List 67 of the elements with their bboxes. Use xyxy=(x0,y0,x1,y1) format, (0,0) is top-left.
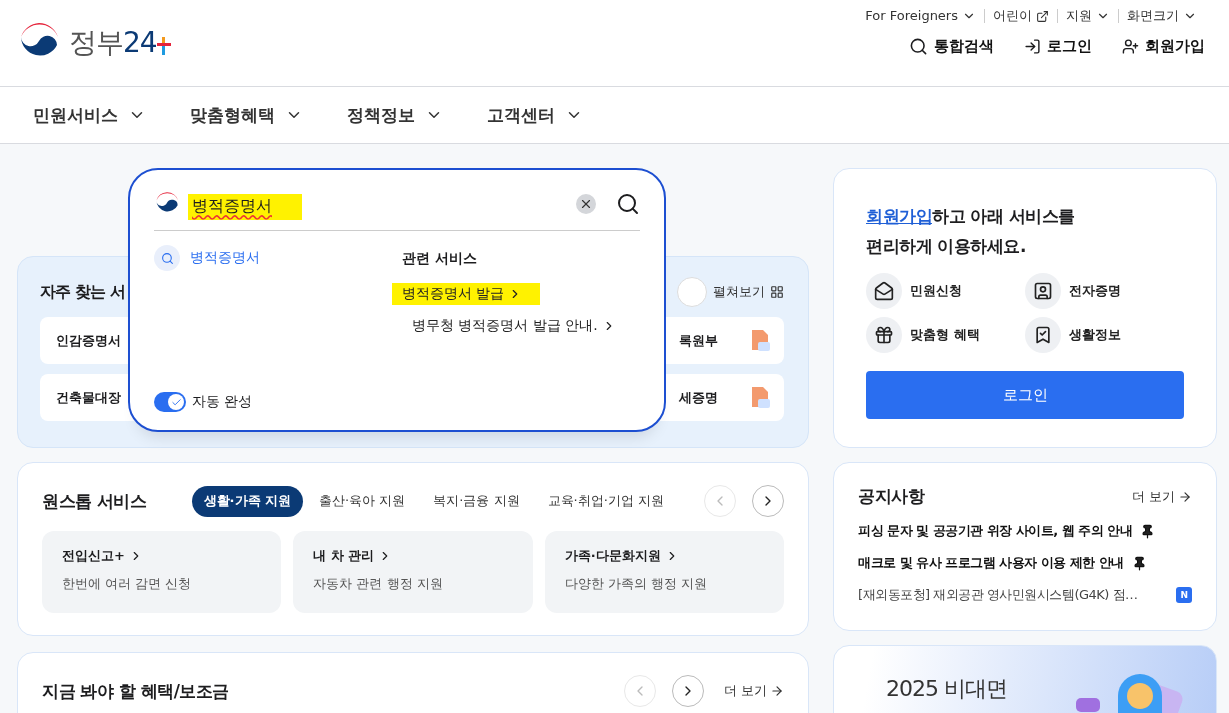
utility-link[interactable]: 지원 xyxy=(1057,9,1118,23)
section-title: 자주 찾는 서 xyxy=(40,281,126,303)
related-service-link[interactable]: 병적증명서 발급 xyxy=(392,283,541,305)
mail-icon xyxy=(874,281,894,301)
notice-link[interactable]: [재외동포청] 재외공관 영사민원시스템(G4K) 점… N xyxy=(858,586,1192,604)
login-icon xyxy=(1024,38,1041,55)
user-plus-icon xyxy=(1122,38,1139,55)
id-card-icon xyxy=(1033,281,1053,301)
service-card[interactable]: 내 차 관리 자동차 관련 행정 지원 xyxy=(293,531,533,613)
quick-service-link[interactable]: 민원신청 xyxy=(866,273,1025,309)
search-icon xyxy=(909,37,928,56)
category-tab[interactable]: 생활·가족 지원 xyxy=(191,485,304,517)
category-tab[interactable]: 복지·금융 지원 xyxy=(421,485,532,517)
plus-icon xyxy=(156,37,171,55)
utility-link[interactable]: 어린이 xyxy=(984,9,1057,23)
related-title: 관련 서비스 xyxy=(402,249,478,268)
pdf-file-icon xyxy=(750,386,770,409)
header-action-link[interactable]: 회원가입 xyxy=(1145,37,1205,56)
category-tab[interactable]: 출산·육아 지원 xyxy=(307,485,418,517)
nav-menu-item[interactable]: 고객센터 xyxy=(487,103,583,127)
login-button[interactable]: 로그인 xyxy=(866,371,1184,419)
utility-link[interactable]: For Foreigners xyxy=(857,9,984,23)
clear-button[interactable] xyxy=(576,194,596,214)
bookmark-icon xyxy=(1033,325,1053,345)
pin-icon xyxy=(1140,523,1156,539)
section-title: 원스톱 서비스 xyxy=(42,489,147,513)
pdf-file-icon xyxy=(750,329,770,352)
notice-link[interactable]: 매크로 및 유사 프로그램 사용자 이용 제한 안내 xyxy=(858,554,1192,572)
quick-service-link[interactable]: 전자증명 xyxy=(1025,273,1184,309)
nav-menu-item[interactable]: 정책정보 xyxy=(347,103,443,127)
autocomplete-label: 자동 완성 xyxy=(192,393,253,411)
header-action-link[interactable]: 통합검색 xyxy=(934,37,994,56)
search-icon[interactable] xyxy=(616,192,640,216)
nav-menu-item[interactable]: 맞춤형혜택 xyxy=(190,103,303,127)
signup-link[interactable]: 회원가입 xyxy=(866,206,932,226)
more-link[interactable]: 더 보기 xyxy=(723,682,784,700)
nav-menu-item[interactable]: 민원서비스 xyxy=(33,103,146,127)
more-link[interactable]: 더 보기 xyxy=(1131,487,1192,506)
autocomplete-toggle[interactable] xyxy=(154,392,186,412)
suggestion-item[interactable]: 병적증명서 xyxy=(154,245,402,271)
header-action-link[interactable]: 로그인 xyxy=(1047,37,1092,56)
banner-title: 2025 비대면 xyxy=(886,675,1007,703)
intro-text: 회원가입하고 아래 서비스를 편리하게 이용하세요. xyxy=(866,205,1076,258)
section-title: 지금 봐야 할 혜택/보조금 xyxy=(42,679,229,703)
site-logo[interactable]: 정부24 xyxy=(69,24,157,62)
pin-icon xyxy=(1131,555,1147,571)
next-button[interactable] xyxy=(671,675,704,707)
utility-link[interactable]: 화면크기 xyxy=(1118,9,1205,23)
check-icon xyxy=(170,396,182,408)
notice-link[interactable]: 피싱 문자 및 공공기관 위장 사이트, 웹 주의 안내 xyxy=(858,522,1192,540)
search-input[interactable]: 병적증명서 xyxy=(188,194,302,220)
promo-banner[interactable]: 2025 비대면 xyxy=(833,645,1217,713)
search-icon xyxy=(160,251,174,265)
arrow-right-icon xyxy=(770,684,784,698)
gift-icon xyxy=(874,325,894,345)
service-card[interactable]: 전입신고+ 한번에 여러 감면 신청 xyxy=(42,531,282,613)
external-link-icon xyxy=(1036,9,1049,23)
close-icon xyxy=(579,197,593,211)
expand-link[interactable]: 펼쳐보기 xyxy=(713,283,784,301)
quick-service-link[interactable]: 맞춤형 혜택 xyxy=(866,317,1025,353)
grid-icon xyxy=(770,285,784,299)
quick-service-link[interactable]: 생활정보 xyxy=(1025,317,1184,353)
section-title: 공지사항 xyxy=(858,485,924,508)
new-badge: N xyxy=(1176,587,1192,603)
next-button[interactable] xyxy=(752,485,784,517)
service-card[interactable]: 가족·다문화지원 다양한 가족의 행정 지원 xyxy=(544,531,784,613)
category-tab[interactable]: 교육·취업·기업 지원 xyxy=(535,485,676,517)
